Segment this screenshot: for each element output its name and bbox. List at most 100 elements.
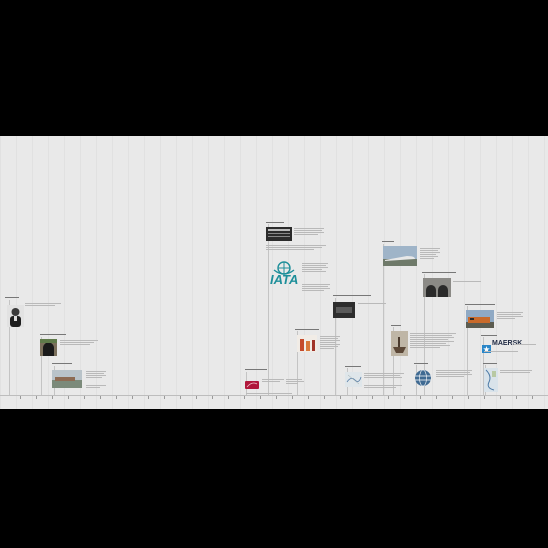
dark-thumbnail[interactable]	[333, 302, 355, 318]
axis-tick	[52, 396, 53, 399]
timeline-event[interactable]	[52, 362, 72, 365]
event-title-placeholder	[40, 334, 66, 335]
train-image	[383, 246, 417, 266]
ship-image	[391, 331, 408, 356]
channel-tunnel-image	[423, 278, 451, 297]
event-title-placeholder	[345, 366, 361, 367]
bottles-thumbnail[interactable]	[297, 335, 317, 352]
axis-tick	[468, 396, 469, 399]
axis-tick	[116, 396, 117, 399]
event-title-placeholder	[333, 295, 371, 296]
letterbox-top	[0, 0, 548, 136]
portrait-image	[7, 305, 24, 327]
timeline-event[interactable]	[333, 294, 371, 297]
axis-tick	[500, 396, 501, 399]
event-description	[302, 262, 330, 273]
event-title-placeholder	[295, 329, 319, 330]
timeline-axis	[0, 395, 548, 396]
axis-tick	[276, 396, 277, 399]
tunnel-image	[40, 339, 57, 356]
event-title-placeholder	[382, 241, 394, 242]
event-title-placeholder	[481, 335, 497, 336]
axis-tick	[244, 396, 245, 399]
axis-tick	[164, 396, 165, 399]
axis-tick	[516, 396, 517, 399]
event-description	[453, 280, 483, 283]
event-description	[484, 350, 520, 353]
event-description	[302, 283, 332, 292]
event-description	[86, 370, 108, 379]
axis-tick	[68, 396, 69, 399]
axis-tick	[532, 396, 533, 399]
bottles-image	[297, 335, 317, 352]
event-description	[436, 369, 476, 378]
landscape-image	[52, 370, 82, 388]
axis-tick	[420, 396, 421, 399]
event-description	[60, 339, 100, 346]
event-description	[514, 343, 538, 346]
event-description	[294, 227, 326, 236]
axis-tick	[20, 396, 21, 399]
event-description	[410, 332, 460, 349]
event-description	[420, 247, 442, 260]
event-description	[25, 302, 63, 307]
timeline-event[interactable]	[40, 333, 66, 336]
timeline-event[interactable]	[483, 362, 497, 365]
axis-tick	[196, 396, 197, 399]
event-description	[364, 372, 406, 379]
sncf-logo[interactable]	[245, 376, 259, 389]
pan-am-logo[interactable]	[414, 369, 432, 387]
event-title-placeholder	[483, 363, 497, 364]
timeline-event[interactable]	[295, 328, 319, 331]
maersk-logo[interactable]	[482, 340, 491, 353]
tunnel-thumbnail[interactable]	[40, 339, 57, 356]
timeline-event[interactable]	[414, 362, 428, 365]
coastline-map-image	[484, 368, 498, 392]
axis-tick	[84, 396, 85, 399]
axis-tick	[340, 396, 341, 399]
timeline-event[interactable]	[5, 296, 19, 299]
event-description	[286, 378, 306, 385]
axis-tick	[260, 396, 261, 399]
timeline-event[interactable]	[266, 221, 284, 224]
landscape-thumbnail[interactable]	[52, 370, 82, 388]
timeline-event[interactable]	[481, 334, 497, 337]
freight-train-thumbnail[interactable]	[466, 310, 494, 328]
timeline-event[interactable]	[465, 303, 495, 306]
axis-tick	[436, 396, 437, 399]
iata-wordmark: IATA	[270, 272, 299, 287]
timeline-event[interactable]	[245, 368, 267, 371]
event-title-placeholder	[391, 325, 401, 326]
sncf-logo-image	[245, 381, 259, 389]
event-description	[364, 384, 406, 389]
ship-thumbnail[interactable]	[391, 331, 408, 356]
event-title-placeholder	[465, 304, 495, 305]
timeline-event[interactable]	[345, 365, 361, 368]
axis-tick	[452, 396, 453, 399]
axis-tick	[356, 396, 357, 399]
event-title-placeholder	[5, 297, 19, 298]
portrait-thumbnail[interactable]	[7, 305, 24, 327]
newspaper-image	[266, 227, 292, 241]
timeline-event[interactable]	[382, 240, 394, 243]
axis-tick	[36, 396, 37, 399]
event-description	[500, 369, 534, 374]
axis-tick	[404, 396, 405, 399]
event-title-placeholder	[414, 363, 428, 364]
event-description	[358, 302, 388, 305]
timeline-event[interactable]	[422, 271, 456, 274]
channel-tunnel-thumbnail[interactable]	[423, 278, 451, 297]
event-description	[266, 244, 328, 251]
letterbox-bottom	[0, 409, 548, 548]
coastline-map-thumbnail[interactable]	[484, 368, 498, 392]
dark-image	[333, 302, 355, 318]
newspaper-thumbnail[interactable]	[266, 227, 292, 241]
axis-tick	[132, 396, 133, 399]
event-title-placeholder	[52, 363, 72, 364]
axis-tick	[100, 396, 101, 399]
train-thumbnail[interactable]	[383, 246, 417, 266]
globe-icon	[415, 369, 431, 387]
event-description	[86, 384, 108, 389]
map-thumbnail[interactable]	[345, 372, 362, 387]
timeline-event[interactable]	[391, 324, 401, 327]
